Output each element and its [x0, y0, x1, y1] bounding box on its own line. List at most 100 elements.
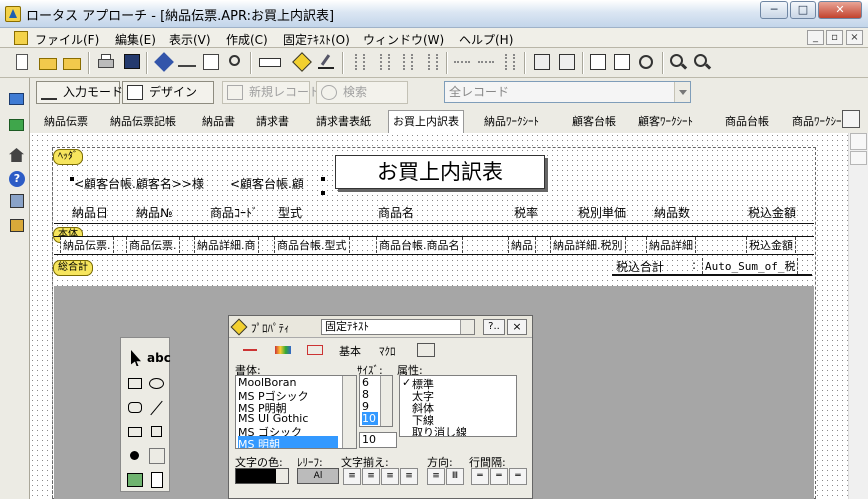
report-tool-icon[interactable] — [147, 470, 167, 490]
align-center-icon[interactable] — [375, 52, 395, 72]
table-icon[interactable] — [588, 52, 608, 72]
open-file-icon[interactable] — [62, 52, 82, 72]
size-stepper[interactable]: 10 — [359, 432, 397, 448]
align-right-button[interactable]: ≡ — [381, 468, 399, 485]
column-header[interactable]: 税別単価 — [578, 204, 626, 221]
vertical-scrollbar[interactable] — [848, 133, 868, 499]
properties-close-button[interactable]: × — [507, 319, 527, 335]
column-header[interactable]: 商品ｺｰﾄﾞ — [210, 204, 258, 221]
timer-icon[interactable] — [636, 52, 656, 72]
align-justify-button[interactable]: ≡ — [400, 468, 418, 485]
zoom-in-icon[interactable] — [668, 52, 688, 72]
tab-customer-ledger[interactable]: 顧客台帳 — [572, 113, 616, 129]
column-header[interactable]: 納品数 — [654, 204, 690, 221]
button-tool-icon[interactable] — [147, 446, 167, 466]
browse-icon[interactable] — [6, 88, 26, 108]
text-tool-icon[interactable]: abc — [147, 348, 171, 368]
menu-help[interactable]: ヘルプ(H) — [459, 31, 513, 48]
input-mode-button[interactable]: 入力モード — [36, 81, 123, 104]
radio-tool-icon[interactable] — [125, 446, 145, 466]
spacing-double-button[interactable]: ═ — [509, 468, 527, 485]
field-amount[interactable]: 税込金額 — [746, 237, 796, 253]
rectangle-tool-icon[interactable] — [125, 374, 145, 394]
new-record-button[interactable]: 新規レコード — [222, 81, 321, 104]
font-list[interactable]: MoolBoran MS Pゴシック MS P明朝 MS UI Gothic M… — [235, 375, 357, 449]
help-icon[interactable]: ? — [6, 168, 26, 188]
align-left-button[interactable]: ≡ — [343, 468, 361, 485]
tab-scroll-icon[interactable] — [842, 110, 860, 128]
report-title[interactable]: お買上内訳表 — [335, 155, 545, 189]
header-band-label[interactable]: ﾍｯﾀﾞ — [53, 149, 83, 165]
chevron-down-icon[interactable] — [674, 82, 690, 102]
selection-handle[interactable] — [321, 177, 325, 181]
field-delivery-date[interactable]: 納品伝票. — [60, 237, 114, 253]
field-product-code[interactable]: 納品詳細.商 — [194, 237, 259, 253]
paint-icon[interactable] — [154, 52, 174, 72]
chevron-down-icon[interactable] — [460, 320, 474, 334]
menu-fixed-text[interactable]: 固定ﾃｷｽﾄ(O) — [283, 31, 350, 48]
home-icon[interactable] — [6, 144, 26, 164]
menu-file[interactable]: ファイル(F) — [35, 31, 99, 48]
script-tab-icon[interactable] — [417, 343, 435, 357]
menu-view[interactable]: 表示(V) — [169, 31, 211, 48]
tab-macro[interactable]: ﾏｸﾛ — [379, 343, 396, 359]
pointer-icon[interactable] — [125, 348, 145, 368]
list-item-selected[interactable]: 10 — [362, 412, 378, 425]
font-tab-icon[interactable] — [243, 343, 261, 357]
rounded-rect-tool-icon[interactable] — [125, 398, 145, 418]
space-icon[interactable] — [500, 52, 520, 72]
align-center-button[interactable]: ≡ — [362, 468, 380, 485]
field-unit-price[interactable]: 納品詳細.税別 — [550, 237, 626, 253]
object-type-select[interactable]: 固定ﾃｷｽﾄ — [321, 319, 475, 335]
size-list[interactable]: 6 8 9 10 — [359, 375, 393, 427]
horizontal-direction-button[interactable]: ≡ — [427, 468, 445, 485]
list-item[interactable]: 取り消し線 — [412, 424, 467, 436]
menu-edit[interactable]: 編集(E) — [115, 31, 156, 48]
zoom-out-icon[interactable] — [692, 52, 712, 72]
close-button[interactable]: ✕ — [818, 1, 862, 19]
total-sum-field[interactable]: Auto_Sum_of_税 — [702, 258, 799, 274]
scroll-up-icon[interactable] — [850, 133, 867, 150]
border-tab-icon[interactable] — [307, 343, 325, 357]
total-label[interactable]: 税込合計 — [616, 258, 664, 275]
open-folder-icon[interactable] — [38, 52, 58, 72]
menu-create[interactable]: 作成(C) — [226, 31, 268, 48]
column-header[interactable]: 納品№ — [136, 204, 172, 221]
field-delivery-no[interactable]: 商品伝票. — [126, 237, 180, 253]
menu-window[interactable]: ウィンドウ(W) — [363, 31, 444, 48]
find-icon[interactable] — [226, 52, 246, 72]
mdi-close-button[interactable]: × — [846, 30, 863, 45]
list-item-selected[interactable]: MS 明朝 — [238, 436, 338, 448]
picture-tool-icon[interactable] — [125, 470, 145, 490]
chart-icon[interactable] — [6, 214, 26, 234]
object-icon[interactable] — [292, 52, 312, 72]
tab-basic[interactable]: 基本 — [339, 343, 361, 359]
relief-select[interactable]: Al — [297, 468, 339, 484]
checkbox-tool-icon[interactable] — [147, 422, 167, 442]
ellipse-tool-icon[interactable] — [147, 374, 167, 394]
tab-invoice[interactable]: 請求書 — [256, 113, 289, 129]
design-icon[interactable] — [6, 114, 26, 134]
form-icon[interactable] — [532, 52, 552, 72]
document-icon[interactable] — [14, 31, 28, 45]
field-model[interactable]: 商品台帳.型式 — [274, 237, 350, 253]
worksheet-icon[interactable] — [557, 52, 577, 72]
color-tab-icon[interactable] — [275, 343, 293, 357]
spacing-single-button[interactable]: ═ — [471, 468, 489, 485]
scroll-thumb[interactable] — [850, 151, 867, 165]
tab-customer-worksheet[interactable]: 顧客ﾜｰｸｼｰﾄ — [638, 113, 693, 129]
total-band-label[interactable]: 総合計 — [53, 260, 93, 276]
column-header[interactable]: 納品日 — [72, 204, 108, 221]
preview-icon[interactable] — [122, 52, 142, 72]
field-tax-rate[interactable]: 納品 — [508, 237, 536, 253]
line-tool-icon[interactable] — [147, 398, 167, 418]
mdi-minimize-button[interactable]: _ — [807, 30, 824, 45]
vertical-direction-button[interactable]: Ⅲ — [446, 468, 464, 485]
pen-icon[interactable] — [316, 52, 336, 72]
search-button[interactable]: 検索 — [316, 81, 408, 104]
text-frame-icon[interactable] — [201, 52, 221, 72]
align-right-icon[interactable] — [398, 52, 418, 72]
selection-handle[interactable] — [321, 191, 325, 195]
distribute-h-icon[interactable] — [452, 52, 472, 72]
align-left-icon[interactable] — [350, 52, 370, 72]
